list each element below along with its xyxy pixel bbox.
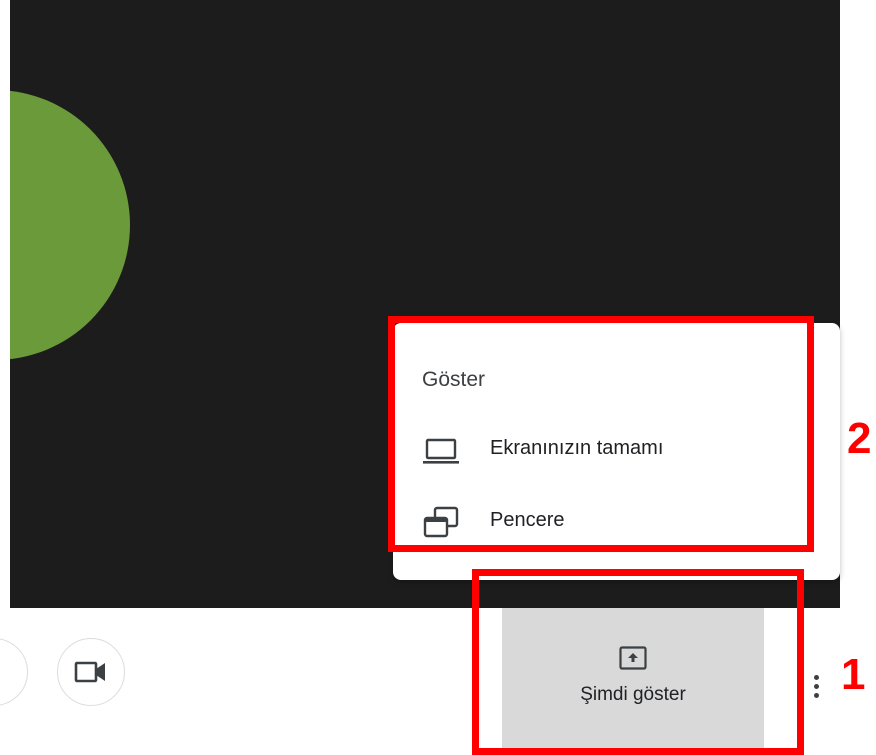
- more-options-button[interactable]: [808, 666, 824, 706]
- annotation-box-2: [388, 316, 814, 552]
- more-vertical-icon-dot: [813, 674, 819, 680]
- more-vertical-icon-dot: [813, 692, 819, 698]
- more-vertical-icon-dot: [813, 683, 819, 689]
- participant-avatar: [10, 90, 130, 360]
- annotation-box-1: [472, 569, 804, 755]
- camera-button[interactable]: [57, 638, 125, 706]
- annotation-number-2: 2: [847, 414, 872, 463]
- camera-icon: [74, 661, 105, 683]
- annotation-number-1: 1: [841, 650, 866, 699]
